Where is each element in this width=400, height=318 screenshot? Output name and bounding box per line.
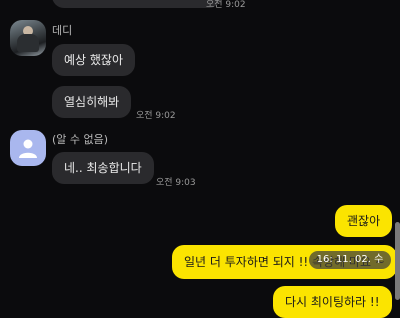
date-overlay: 16: 11. 02. 수 [309,251,391,269]
chat-room: 오전 9:02 데디 예상 했잖아 열심히해봐 오전 9:02 (알 수 없음)… [0,0,400,318]
message-time: 오전 9:02 [136,111,176,121]
message-bubble-partial[interactable] [52,0,221,8]
scrollbar[interactable] [395,222,400,300]
message-bubble[interactable]: 열심히해봐 [52,86,132,118]
message-time: 오전 9:03 [156,178,196,188]
message-time: 오전 9:02 [206,0,246,10]
message-bubble[interactable]: 네.. 최송합니다 [52,152,154,184]
avatar-figure [17,34,39,52]
sender-name: (알 수 없음) [52,133,109,146]
avatar-photo[interactable] [10,20,46,56]
person-icon [19,139,37,158]
my-message-bubble-partial[interactable]: 다시 최이팅하라 !! [273,286,392,318]
message-bubble[interactable]: 예상 했잖아 [52,44,136,76]
sender-name: 데디 [52,24,73,37]
my-message-bubble[interactable]: 괜잖아 [335,205,393,237]
avatar-default[interactable] [10,130,46,166]
